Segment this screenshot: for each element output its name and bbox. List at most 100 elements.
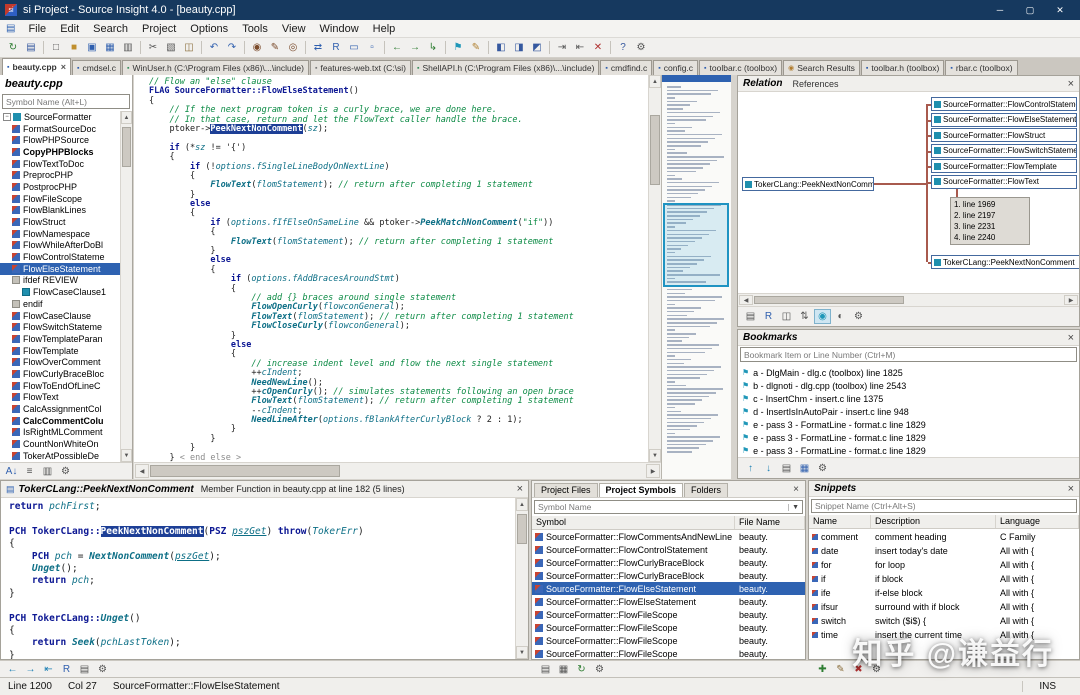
snippet-search-input[interactable]: Snippet Name (Ctrl+Alt+S): [811, 499, 1077, 513]
scroll-up-icon[interactable]: [649, 75, 661, 88]
bookmark-item[interactable]: ⚑d - InsertIsInAutoPair - insert.c line …: [738, 405, 1079, 418]
copy-icon[interactable]: ▧: [162, 40, 180, 56]
symbol-row[interactable]: SourceFormatter::FlowCommentsAndNewLineb…: [532, 530, 805, 543]
snippet-row[interactable]: timeinsert the current timeAll with {: [809, 628, 1079, 642]
tree-item-flowphpsource[interactable]: FlowPHPSource: [0, 134, 120, 146]
new-snippet-icon[interactable]: ✚: [814, 662, 831, 677]
relation-hscrollbar[interactable]: [738, 293, 1079, 306]
tree-root[interactable]: −SourceFormatter: [0, 111, 120, 123]
tree-item-preprocphp[interactable]: PreprocPHP: [0, 169, 120, 181]
settings-icon[interactable]: ⚙: [94, 662, 111, 677]
context-scrollbar[interactable]: [515, 498, 528, 659]
replace-icon[interactable]: ✎: [266, 40, 284, 56]
reference-icon[interactable]: R: [760, 309, 777, 324]
settings-icon[interactable]: ⚙: [868, 662, 885, 677]
symbol-row[interactable]: SourceFormatter::FlowFileScopebeauty.: [532, 621, 805, 634]
file-tab-6[interactable]: ▪config.c: [653, 60, 698, 75]
file-tab-3[interactable]: ▪features-web.txt (C:\si): [310, 60, 411, 75]
tab-close-icon[interactable]: ×: [61, 62, 66, 72]
relation-source-node[interactable]: TokerCLang::PeekNextNonComment: [931, 255, 1079, 269]
scroll-right-icon[interactable]: [1064, 295, 1078, 305]
menu-options[interactable]: Options: [183, 21, 235, 37]
line-ref[interactable]: 1. line 1969: [954, 199, 1026, 210]
file-overview-minimap[interactable]: [661, 75, 731, 479]
close-button[interactable]: ✕: [1045, 0, 1075, 20]
scroll-down-icon[interactable]: [121, 449, 132, 462]
sort-alpha-icon[interactable]: A↓: [3, 464, 20, 479]
tree-item-endif[interactable]: endif: [0, 298, 120, 310]
symbol-row[interactable]: SourceFormatter::FlowElseStatementbeauty…: [532, 582, 805, 595]
relation-source-node[interactable]: TokerCLang::PeekNextNonComment: [742, 177, 874, 191]
highlight-word-icon[interactable]: ✎: [467, 40, 485, 56]
symbol-name-input[interactable]: Symbol Name ▼: [534, 500, 803, 514]
view-symbols-icon[interactable]: R: [327, 40, 345, 56]
file-tab-0[interactable]: ▪beauty.cpp×: [2, 58, 71, 75]
tree-item-postprocphp[interactable]: PostprocPHP: [0, 181, 120, 193]
tree-item-calccommentcolu[interactable]: CalcCommentColu: [0, 415, 120, 427]
tree-item-flowcurlybracebloc[interactable]: FlowCurlyBraceBloc: [0, 368, 120, 380]
go-forward-icon[interactable]: →: [22, 662, 39, 677]
save-file-icon[interactable]: ▣: [83, 40, 101, 56]
column-name[interactable]: Name: [809, 515, 871, 528]
settings-icon[interactable]: ⚙: [814, 461, 831, 476]
menu-tools[interactable]: Tools: [235, 21, 275, 37]
relation-node[interactable]: SourceFormatter::FlowSwitchStatement: [931, 144, 1077, 158]
settings-icon[interactable]: ⚙: [57, 464, 74, 479]
settings-icon[interactable]: ⚙: [632, 40, 650, 56]
editor-hscrollbar[interactable]: [134, 462, 661, 479]
save-icon[interactable]: ▦: [796, 461, 813, 476]
scrollbar-thumb[interactable]: [517, 514, 527, 544]
scrollbar-thumb[interactable]: [122, 127, 131, 167]
file-tab-5[interactable]: ▪cmdfind.c: [600, 60, 652, 75]
search-icon[interactable]: ◉: [248, 40, 266, 56]
settings-icon[interactable]: ⚙: [850, 309, 867, 324]
tree-item-countnonwhiteon[interactable]: CountNonWhiteOn: [0, 438, 120, 450]
symbol-row[interactable]: SourceFormatter::FlowFileScopebeauty.: [532, 634, 805, 647]
window-cascade-icon[interactable]: ◨: [510, 40, 528, 56]
print-icon[interactable]: ▤: [76, 662, 93, 677]
dropdown-arrow-icon[interactable]: ▼: [788, 504, 799, 511]
scroll-right-icon[interactable]: [646, 464, 660, 478]
symbol-row[interactable]: SourceFormatter::FlowElseStatementbeauty…: [532, 595, 805, 608]
menu-view[interactable]: View: [275, 21, 313, 37]
prev-bookmark-icon[interactable]: ↑: [742, 461, 759, 476]
scroll-up-icon[interactable]: [516, 498, 528, 511]
file-tab-1[interactable]: ▪cmdsel.c: [72, 60, 121, 75]
indent-more-icon[interactable]: ⇥: [553, 40, 571, 56]
scrollbar-thumb[interactable]: [754, 296, 904, 304]
view-context-icon[interactable]: ▭: [345, 40, 363, 56]
list-view-icon[interactable]: ▤: [537, 662, 554, 677]
minimize-button[interactable]: ─: [985, 0, 1015, 20]
collapse-icon[interactable]: −: [3, 113, 11, 121]
file-tab-7[interactable]: ▪toolbar.c (toolbox): [699, 60, 782, 75]
undo-icon[interactable]: ↶: [205, 40, 223, 56]
scrollbar-thumb[interactable]: [650, 115, 660, 185]
menu-search[interactable]: Search: [86, 21, 135, 37]
print-icon[interactable]: ▤: [778, 461, 795, 476]
project-window-icon[interactable]: ▤: [22, 40, 40, 56]
file-tab-2[interactable]: ▪WinUser.h (C:\Program Files (x86)\...\i…: [122, 60, 309, 75]
next-bookmark-icon[interactable]: ↓: [760, 461, 777, 476]
tree-item-flowcaseclause[interactable]: FlowCaseClause: [0, 310, 120, 322]
scroll-left-icon[interactable]: [739, 295, 753, 305]
goto-line-icon[interactable]: ↳: [424, 40, 442, 56]
reference-icon[interactable]: R: [58, 662, 75, 677]
menu-project[interactable]: Project: [135, 21, 183, 37]
code-editor[interactable]: // Flow an "else" clauseFLAG SourceForma…: [134, 75, 648, 462]
context-code[interactable]: return pchFirst;PCH TokerCLang::PeekNext…: [1, 498, 515, 659]
line-ref[interactable]: 3. line 2231: [954, 221, 1026, 232]
snippet-row[interactable]: ifif blockAll with {: [809, 572, 1079, 586]
tab-project-files[interactable]: Project Files: [534, 483, 598, 497]
bookmark-item[interactable]: ⚑b - dlgnoti - dlg.cpp (toolbox) line 25…: [738, 379, 1079, 392]
relation-node[interactable]: SourceFormatter::FlowTemplate: [931, 159, 1077, 173]
snippet-row[interactable]: dateinsert today's dateAll with {: [809, 544, 1079, 558]
help-icon[interactable]: ?: [614, 40, 632, 56]
toggle-bookmark-icon[interactable]: ⚑: [449, 40, 467, 56]
tree-item-ifdef-review[interactable]: ifdef REVIEW: [0, 275, 120, 287]
relation-node[interactable]: SourceFormatter::FlowControlStatemen: [931, 97, 1077, 111]
open-file-icon[interactable]: ■: [65, 40, 83, 56]
view-relations-icon[interactable]: ⇄: [309, 40, 327, 56]
delete-line-icon[interactable]: ✕: [589, 40, 607, 56]
scroll-down-icon[interactable]: [516, 646, 528, 659]
tree-item-flowfilescope[interactable]: FlowFileScope: [0, 193, 120, 205]
